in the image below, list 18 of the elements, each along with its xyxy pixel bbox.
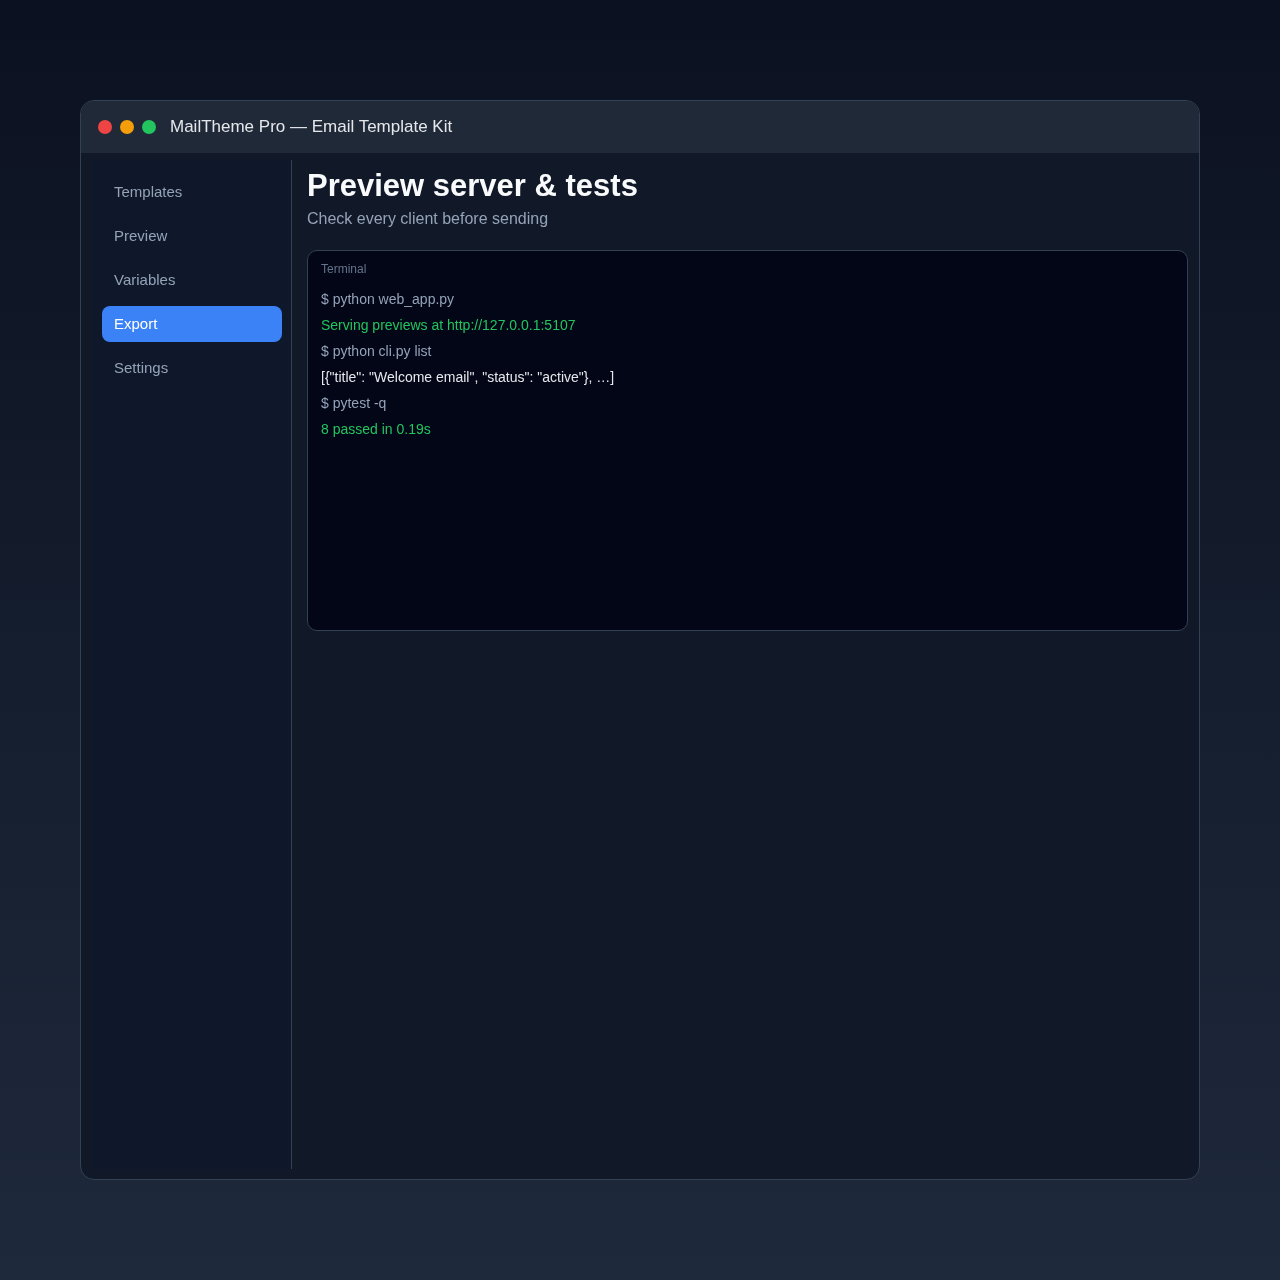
terminal-line: [{"title": "Welcome email", "status": "active"}, …] — [321, 368, 616, 387]
page-subtitle: Check every client before sending — [307, 209, 550, 229]
sidebar-item[interactable]: Templates — [102, 174, 282, 210]
terminal-line: $ python web_app.py — [321, 290, 456, 309]
sidebar-item[interactable]: Export — [102, 306, 282, 342]
sidebar-item[interactable]: Preview — [102, 218, 282, 254]
minimize-icon[interactable] — [120, 120, 134, 134]
terminal-line: 8 passed in 0.19s — [321, 420, 432, 439]
sidebar-item[interactable]: Settings — [102, 350, 282, 386]
terminal-line: Serving previews at http://127.0.0.1:5107 — [321, 316, 577, 335]
terminal-label: Terminal — [321, 261, 368, 278]
terminal-line: $ pytest -q — [321, 394, 388, 413]
sidebar-item[interactable]: Variables — [102, 262, 282, 298]
maximize-icon[interactable] — [142, 120, 156, 134]
terminal-line: $ python cli.py list — [321, 342, 433, 361]
page-heading: Preview server & tests — [307, 168, 639, 204]
window-title: MailTheme Pro — Email Template Kit — [170, 117, 453, 137]
close-icon[interactable] — [98, 120, 112, 134]
